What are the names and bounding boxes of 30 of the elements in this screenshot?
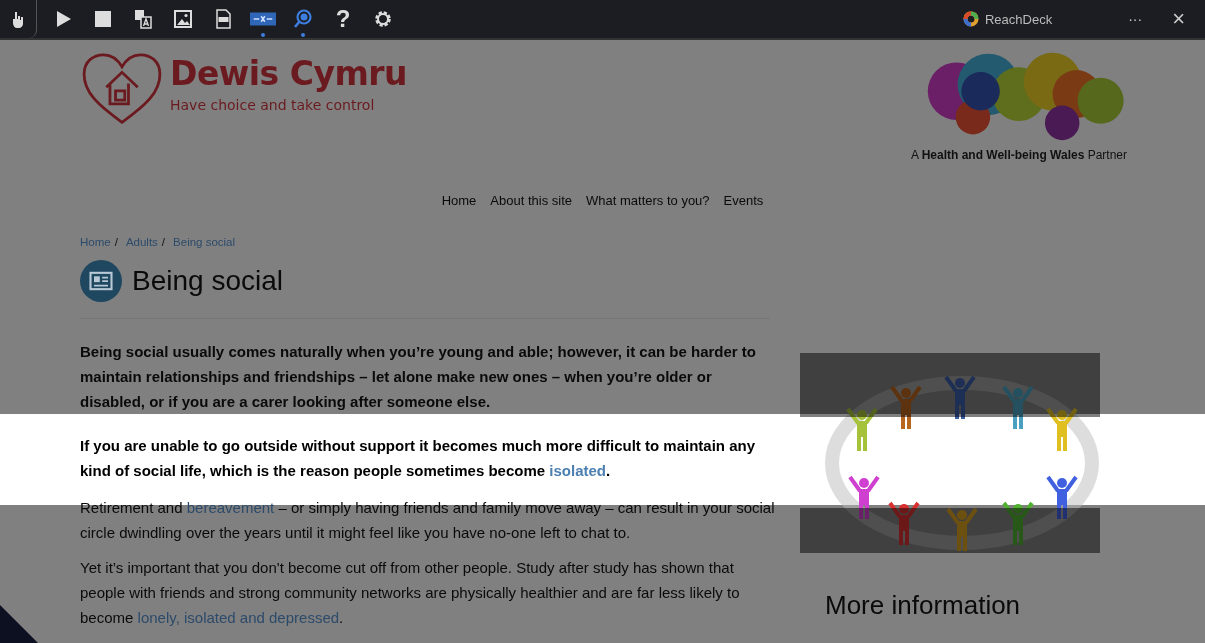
news-icon xyxy=(80,260,122,302)
audio-file-icon xyxy=(213,9,233,29)
brand-name: ReachDeck xyxy=(984,11,1053,27)
corner-triangle xyxy=(0,605,40,643)
paragraph: Being social usually comes naturally when you’re young and able; however, it can be harder to maintain relationships and friendships – let alone make new ones – when you’re older or disabled, or if you are a carer looking after someone else. xyxy=(80,342,757,412)
settings-icon xyxy=(373,9,393,29)
nav-link[interactable]: Events xyxy=(723,192,764,208)
heart-house-logo-icon xyxy=(80,52,164,126)
ring-logo-icon xyxy=(962,11,979,27)
help-label: ? xyxy=(335,5,351,33)
site-tagline: Have choice and take control xyxy=(170,97,376,113)
nav-link[interactable]: What matters to you? xyxy=(586,192,710,208)
help-tool-button[interactable]: ? xyxy=(323,0,363,38)
section-heading: More information xyxy=(825,590,1021,621)
nav-link[interactable]: About this site xyxy=(490,192,572,208)
page-title: Being social xyxy=(132,265,283,297)
translate-icon xyxy=(133,9,153,29)
picture-icon xyxy=(173,9,193,29)
site-name: Dewis Cymru xyxy=(170,54,408,93)
paragraph: If you are unable to go outside without support it becomes much more difficult to maintain any kind of social life, which is the reason people sometimes become isolated. xyxy=(80,436,757,481)
breadcrumb-separator: / xyxy=(114,236,118,248)
partner-caption: A Health and Well-being Wales Partner xyxy=(910,148,1128,162)
stop-icon xyxy=(93,9,113,29)
paragraph: Yet it’s important that you don't become cut off from other people. Study after study has shown that people with friends and strong community networks are physically healthier and are far less likely to become lonely, isolated and depressed. xyxy=(80,558,741,628)
magnifier-icon xyxy=(293,9,313,29)
more-button[interactable]: ··· xyxy=(1120,11,1151,27)
text-link[interactable]: isolated xyxy=(549,462,606,479)
breadcrumb-separator: / xyxy=(161,236,166,248)
nav-link[interactable]: Home xyxy=(441,192,477,208)
close-button[interactable]: × xyxy=(1164,6,1193,32)
